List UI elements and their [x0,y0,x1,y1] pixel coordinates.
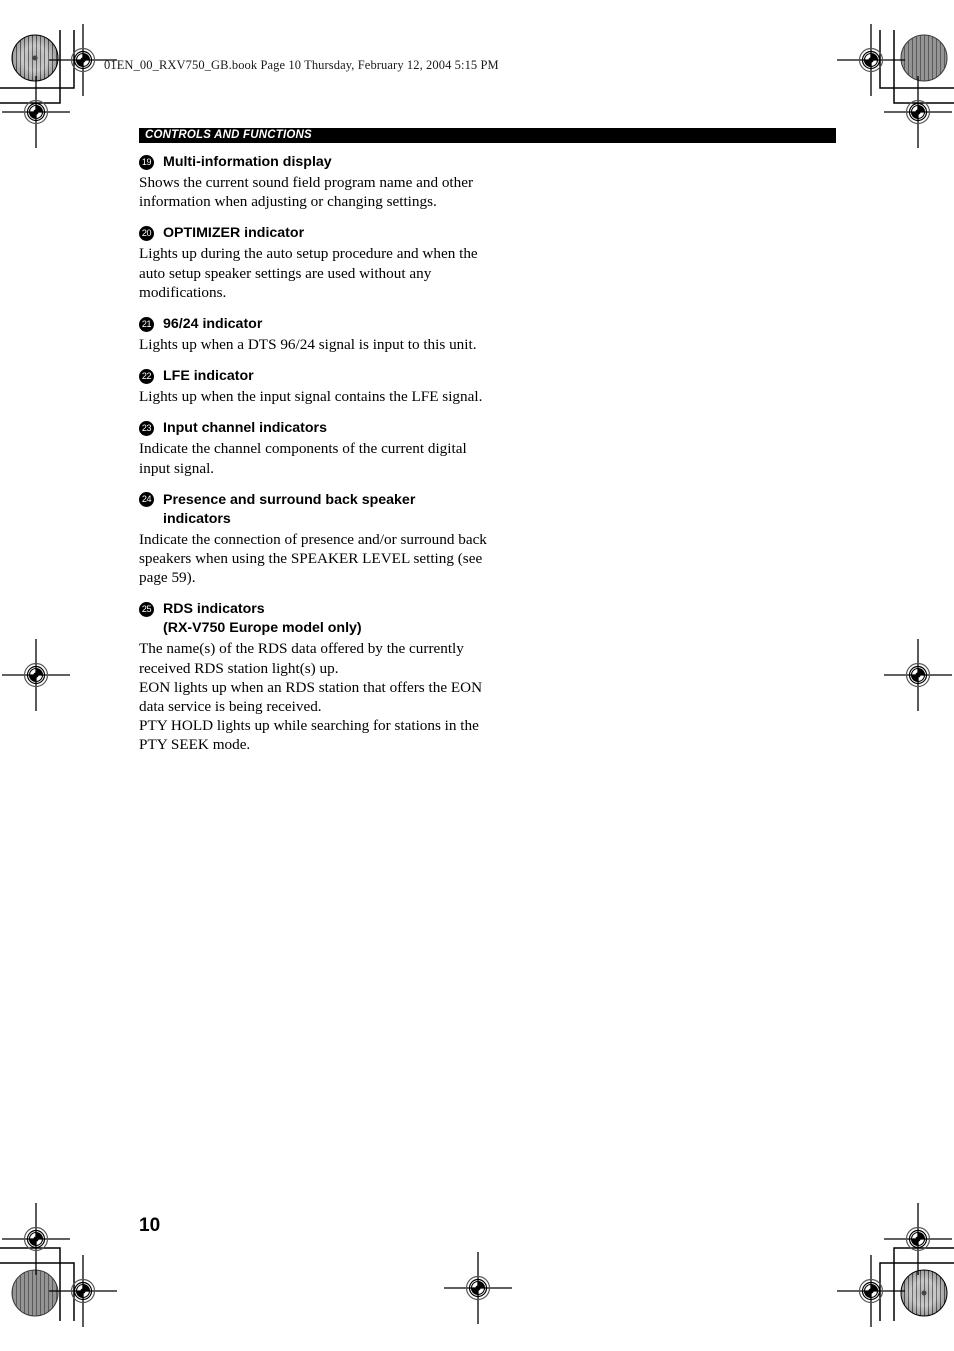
entry-24: 24 Presence and surround back speaker in… [139,490,489,588]
entry-title-25: RDS indicators [163,601,265,618]
entry-title-24-line2: indicators [163,510,231,527]
entry-23: 23 Input channel indicators Indicate the… [139,418,489,477]
entry-body-20-p1: Lights up during the auto setup procedur… [139,245,478,301]
entry-body-24-p1: Indicate the connection of presence and/… [139,530,487,587]
entry-body-19-p1: Shows the current sound field program na… [139,174,474,211]
entry-body-25-p2: EON lights up when an RDS station that o… [139,678,483,716]
entry-body-22: Lights up when the input signal contains… [139,387,489,406]
entry-body-22-p1: Lights up when the input signal contains… [139,388,483,406]
entry-20: 20 OPTIMIZER indicator Lights up during … [139,223,489,302]
entry-heading-21: 21 96/24 indicator [139,314,489,334]
registration-mark-left-middle [1,638,71,712]
item-number-badge-21: 21 [139,316,154,332]
entry-title-19: Multi-information display [163,154,332,170]
screen-angle-target-top-left [11,34,59,82]
item-number-badge-20: 20 [139,225,154,241]
registration-mark-bottom-left-inner [48,1254,118,1328]
section-header-bar: CONTROLS AND FUNCTIONS [139,128,836,143]
registration-mark-bottom-center [443,1251,513,1325]
entry-body-23: Indicate the channel components of the c… [139,439,489,477]
page-number: 10 [139,1215,161,1236]
entry-body-25-p3: PTY HOLD lights up while searching for s… [139,717,479,754]
registration-mark-left-upper [1,75,71,149]
entry-heading-20: 20 OPTIMIZER indicator [139,223,489,243]
registration-mark-right-upper [883,75,953,149]
entry-body-19: Shows the current sound field program na… [139,173,489,211]
entry-title-24: Presence and surround back speaker [163,491,416,508]
registration-mark-top-right-inner [836,23,906,97]
content-column: 19 Multi-information display Shows the c… [139,152,489,755]
item-number-badge-22: 22 [139,368,154,384]
entry-heading-25: 25 RDS indicators (RX-V750 Europe model … [139,599,489,638]
crop-marks-top-right [879,30,954,104]
item-number-badge-23: 23 [139,420,154,436]
ink-density-dot-bottom-left [11,1269,59,1317]
registration-mark-right-lower [883,1202,953,1276]
entry-title-21: 96/24 indicator [163,316,263,333]
entry-title-25-line2: (RX-V750 Europe model only) [163,620,362,637]
book-file-header: 01EN_00_RXV750_GB.book Page 10 Thursday,… [104,58,499,72]
entry-body-25-p1: The name(s) of the RDS data offered by t… [139,640,464,677]
entry-body-24: Indicate the connection of presence and/… [139,530,489,588]
item-number-badge-19: 19 [139,154,154,170]
crop-marks-bottom-right [879,1247,954,1321]
item-number-badge-25: 25 [139,601,154,617]
entry-25: 25 RDS indicators (RX-V750 Europe model … [139,599,489,754]
entry-title-22: LFE indicator [163,368,254,385]
registration-mark-left-lower [1,1202,71,1276]
entry-body-20: Lights up during the auto setup procedur… [139,244,489,302]
entry-heading-19: 19 Multi-information display [139,152,489,172]
entry-heading-22: 22 LFE indicator [139,366,489,386]
entry-title-23: Input channel indicators [163,420,327,437]
entry-heading-24: 24 Presence and surround back speaker in… [139,490,489,529]
entry-body-23-p1: Indicate the channel components of the c… [139,440,467,477]
entry-21: 21 96/24 indicator Lights up when a DTS … [139,314,489,354]
entry-body-21: Lights up when a DTS 96/24 signal is inp… [139,335,489,354]
entry-heading-23: 23 Input channel indicators [139,418,489,438]
crop-marks-top-left [0,30,75,104]
registration-mark-bottom-right-inner [836,1254,906,1328]
entry-19: 19 Multi-information display Shows the c… [139,152,489,211]
ink-density-dot-top-right [900,34,948,82]
screen-angle-target-bottom-right [900,1269,948,1317]
item-number-badge-24: 24 [139,492,154,508]
entry-body-21-p1: Lights up when a DTS 96/24 signal is inp… [139,336,477,354]
entry-title-20: OPTIMIZER indicator [163,225,305,242]
registration-mark-right-middle [883,638,953,712]
section-title: CONTROLS AND FUNCTIONS [145,129,312,141]
entry-body-25: The name(s) of the RDS data offered by t… [139,639,489,754]
crop-marks-bottom-left [0,1247,75,1321]
entry-22: 22 LFE indicator Lights up when the inpu… [139,366,489,406]
